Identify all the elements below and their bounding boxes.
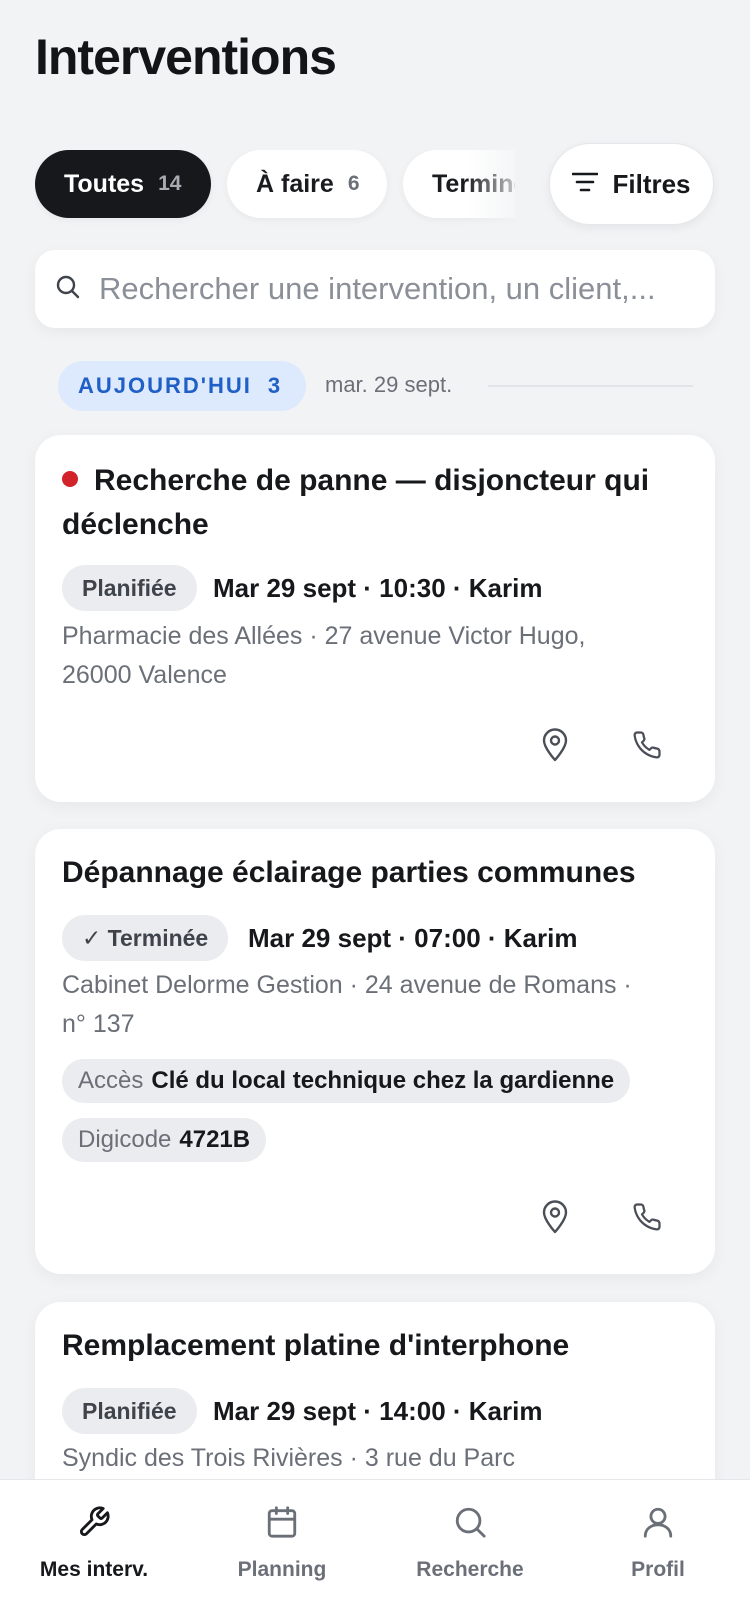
- section-label: AUJOURD'HUI: [78, 373, 252, 398]
- chip-all-count: 14: [158, 172, 182, 195]
- card-title: Recherche de panne — disjoncteur qui déc…: [62, 464, 650, 541]
- chip-all[interactable]: Toutes 14: [35, 150, 211, 218]
- nav-label: Mes interv.: [39, 1558, 149, 1581]
- nav-item-my-interventions[interactable]: Mes interv.: [0, 1480, 188, 1623]
- map-pin-icon[interactable]: [533, 723, 577, 767]
- status-badge: Planifiée: [62, 565, 197, 611]
- chip-done-label: Terminées: [432, 169, 515, 198]
- search-icon: [55, 274, 81, 305]
- filters-button[interactable]: Filtres: [549, 143, 714, 225]
- access-tag: Accès Clé du local technique chez la gar…: [62, 1059, 631, 1103]
- bottom-nav: Mes interv. Planning Recherche Profil: [0, 1479, 750, 1623]
- search-icon: [453, 1502, 487, 1542]
- card-address: Syndic des Trois Rivières · 3 rue du Par…: [62, 1444, 515, 1472]
- section-divider: [488, 385, 693, 387]
- filter-lines-icon: [572, 169, 599, 200]
- map-pin-icon[interactable]: [533, 1195, 577, 1239]
- intervention-card[interactable]: Recherche de panne — disjoncteur qui déc…: [35, 435, 715, 802]
- page-title: Interventions: [35, 29, 337, 85]
- access-value: Clé du local technique chez la gardienne: [151, 1067, 615, 1094]
- digicode-label: Digicode: [78, 1126, 172, 1153]
- digicode-tag: Digicode 4721B: [62, 1118, 267, 1162]
- section-date: mar. 29 sept.: [325, 372, 453, 397]
- filter-chips: Toutes 14 À faire 6 Terminées: [35, 150, 515, 234]
- nav-item-profile[interactable]: Profil: [564, 1480, 750, 1623]
- chip-all-label: Toutes: [64, 169, 145, 198]
- chip-todo[interactable]: À faire 6: [227, 150, 387, 218]
- card-title: Dépannage éclairage parties communes: [62, 856, 636, 889]
- status-badge: Planifiée: [62, 1388, 197, 1434]
- phone-icon[interactable]: [625, 723, 669, 767]
- nav-label: Recherche: [416, 1558, 524, 1581]
- chip-todo-count: 6: [347, 172, 360, 195]
- urgent-dot-icon: [62, 471, 78, 487]
- calendar-icon: [265, 1502, 299, 1542]
- search-bar: [35, 250, 715, 328]
- section-count: 3: [267, 373, 281, 398]
- chip-todo-label: À faire: [256, 169, 334, 198]
- card-title: Remplacement platine d'interphone: [62, 1329, 570, 1362]
- nav-item-search[interactable]: Recherche: [376, 1480, 564, 1623]
- search-input[interactable]: [99, 271, 689, 307]
- access-label: Accès: [78, 1067, 144, 1094]
- card-meta: Mar 29 sept · 10:30 · Karim: [213, 573, 543, 603]
- wrench-icon: [77, 1502, 111, 1542]
- filters-button-label: Filtres: [612, 168, 691, 199]
- user-icon: [641, 1502, 675, 1542]
- section-today-badge: AUJOURD'HUI 3: [58, 361, 306, 411]
- card-address: Cabinet Delorme Gestion · 24 avenue de R…: [62, 971, 632, 1038]
- phone-icon[interactable]: [625, 1195, 669, 1239]
- nav-label: Profil: [631, 1558, 685, 1581]
- card-meta: Mar 29 sept · 14:00 · Karim: [213, 1396, 543, 1426]
- card-address: Pharmacie des Allées · 27 avenue Victor …: [62, 622, 586, 689]
- status-badge: ✓ Terminée: [62, 915, 229, 961]
- nav-label: Planning: [237, 1558, 327, 1581]
- chip-done[interactable]: Terminées: [403, 150, 515, 218]
- digicode-value: 4721B: [179, 1126, 251, 1153]
- nav-item-planning[interactable]: Planning: [188, 1480, 376, 1623]
- intervention-card[interactable]: Dépannage éclairage parties communes ✓ T…: [35, 829, 715, 1274]
- card-meta: Mar 29 sept · 07:00 · Karim: [248, 923, 578, 953]
